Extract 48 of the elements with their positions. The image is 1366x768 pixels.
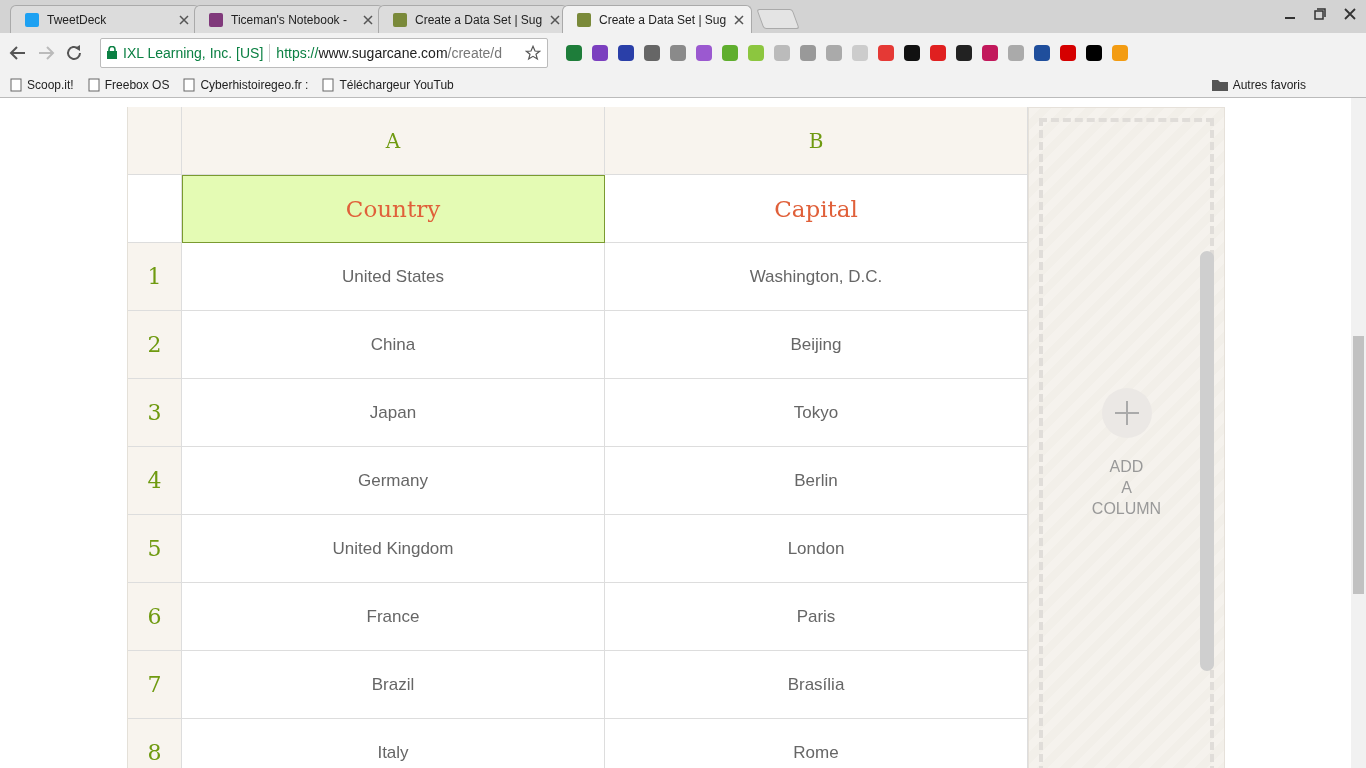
close-icon[interactable] [179,14,189,25]
url-text: https://www.sugarcane.com/create/d [276,44,504,61]
bookmark-item[interactable]: Freebox OS [87,77,170,92]
bookmark-icon [322,77,335,92]
row-number: 6 [128,583,182,651]
bookmark-item[interactable]: Cyberhistoiregeo.fr : [183,77,309,92]
extension-icon[interactable] [1086,44,1102,61]
lock-icon [107,46,117,59]
extension-icon[interactable] [618,44,634,61]
restore-icon[interactable] [1314,8,1326,20]
browser-tab[interactable]: Create a Data Set | Sug [562,5,752,33]
star-icon[interactable] [525,44,541,61]
bookmark-icon [87,77,100,92]
bookmark-item[interactable]: Téléchargeur YouTub [322,77,454,92]
table-cell: Japan [182,379,605,447]
plus-icon [1113,400,1140,426]
row-number: 5 [128,515,182,583]
close-icon[interactable] [363,14,373,25]
close-icon[interactable] [550,14,561,25]
folder-icon [1211,78,1228,91]
table-cell: Italy [182,719,605,768]
table-cell: United Kingdom [182,515,605,583]
scrollbar-thumb[interactable] [1353,336,1364,594]
row-number: 3 [128,379,182,447]
extension-icon[interactable] [904,44,920,61]
column-letter: B [605,107,1028,175]
column-letter: A [182,107,605,175]
bookmark-icon [10,77,22,92]
extension-icon[interactable] [956,44,972,61]
close-icon[interactable] [734,14,745,25]
row-number: 8 [128,719,182,768]
row-number: 2 [128,311,182,379]
row-number: 4 [128,447,182,515]
row-number: 7 [128,651,182,719]
extension-icon[interactable] [1034,44,1050,61]
table-cell: China [182,311,605,379]
address-bar[interactable]: IXL Learning, Inc. [US] https://www.sugarcane.com/create/d [100,37,548,68]
close-icon[interactable] [1344,8,1356,20]
table-cell: United States [182,243,605,311]
table-cell: Brazil [182,651,605,719]
row-number: 1 [128,243,182,311]
site-identity: IXL Learning, Inc. [US] [123,44,264,61]
table-cell: Germany [182,447,605,515]
bookmark-item[interactable]: Scoop.it! [10,77,74,92]
other-bookmarks[interactable]: Autres favoris [1211,77,1306,92]
table-cell: France [182,583,605,651]
bookmark-icon [183,77,196,92]
scrollbar-thumb[interactable] [1200,251,1214,671]
